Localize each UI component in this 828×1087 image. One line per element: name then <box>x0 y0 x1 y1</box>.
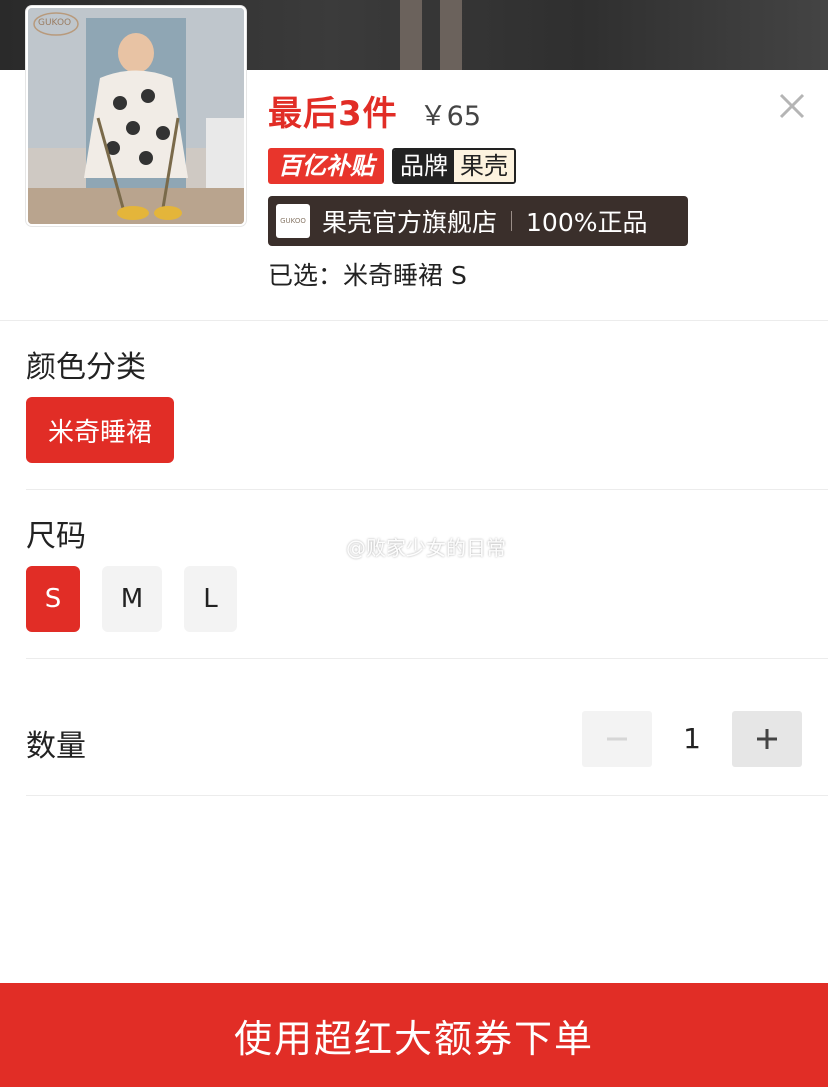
divider <box>26 489 828 490</box>
store-logo: GUKOO <box>276 204 310 238</box>
store-name: 果壳官方旗舰店 <box>322 208 498 237</box>
size-option-label: L <box>203 584 218 614</box>
selected-variant-text: 已选：米奇睡裙 S <box>268 261 467 290</box>
color-option-mickey-nightdress[interactable]: 米奇睡裙 <box>26 397 174 463</box>
background-figure <box>440 0 462 70</box>
thumb-logo-text: GUKOO <box>38 18 72 28</box>
stock-label: 最后3件 <box>268 94 398 134</box>
weibo-watermark: @败家少女的日常 <box>306 531 506 561</box>
subsidy-badge: 百亿补贴 <box>268 148 384 184</box>
brand-badge-key: 品牌 <box>394 150 454 182</box>
quantity-value[interactable]: 1 <box>652 711 732 767</box>
size-option-label: S <box>44 584 62 614</box>
decrement-button[interactable] <box>582 711 652 767</box>
divider <box>26 795 828 796</box>
product-thumbnail[interactable]: GUKOO <box>26 6 246 226</box>
background-figure <box>400 0 422 70</box>
badge-row: 百亿补贴 品牌 果壳 <box>268 148 516 184</box>
weibo-icon <box>307 535 340 558</box>
store-logo-text: GUKOO <box>280 217 306 225</box>
close-icon <box>779 93 805 119</box>
price: ￥65 <box>419 101 482 132</box>
brand-badge-value: 果壳 <box>454 150 514 182</box>
authenticity-label: 100%正品 <box>526 208 648 237</box>
size-section-title: 尺码 <box>26 519 86 554</box>
increment-button[interactable] <box>732 711 802 767</box>
minus-icon <box>607 737 627 741</box>
close-button[interactable] <box>774 88 810 124</box>
place-order-button[interactable]: 使用超红大额券下单 <box>0 983 828 1087</box>
store-link[interactable]: GUKOO 果壳官方旗舰店 100%正品 <box>268 196 688 246</box>
place-order-label: 使用超红大额券下单 <box>233 1016 594 1061</box>
price-headline: 最后3件 ￥65 <box>268 86 481 134</box>
divider <box>26 658 828 659</box>
size-option-l[interactable]: L <box>184 566 237 632</box>
size-option-m[interactable]: M <box>102 566 162 632</box>
color-option-label: 米奇睡裙 <box>47 417 152 448</box>
color-section-title: 颜色分类 <box>26 350 146 385</box>
size-option-s[interactable]: S <box>26 566 80 632</box>
size-option-label: M <box>120 584 144 614</box>
quantity-title: 数量 <box>26 729 86 764</box>
brand-badge: 品牌 果壳 <box>392 148 516 184</box>
store-separator <box>511 211 513 231</box>
divider <box>0 320 828 321</box>
plus-icon <box>757 729 777 749</box>
watermark-text: @败家少女的日常 <box>346 535 506 560</box>
